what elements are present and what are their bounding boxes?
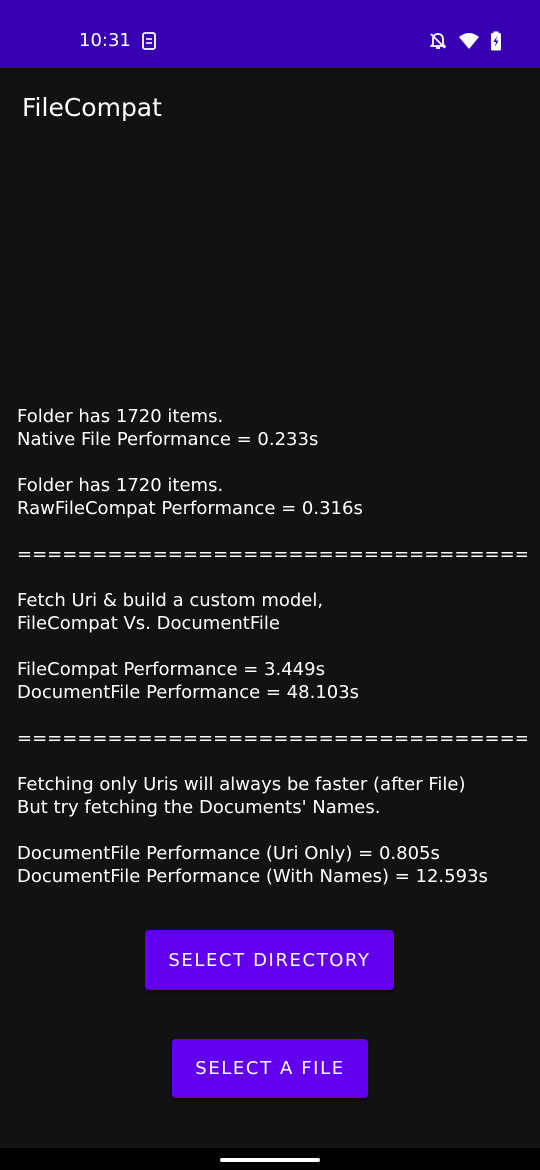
documentfile-uri-only-performance: DocumentFile Performance (Uri Only) = 0.… xyxy=(17,843,440,864)
navigation-bar xyxy=(0,1148,540,1170)
status-icons xyxy=(428,31,502,51)
select-file-button[interactable]: SELECT A FILE xyxy=(172,1039,368,1098)
documentfile-performance: DocumentFile Performance = 48.103s xyxy=(17,682,360,703)
divider: ========================================… xyxy=(17,728,527,749)
native-file-performance: Native File Performance = 0.233s xyxy=(17,429,319,450)
uris-note: Fetching only Uris will always be faster… xyxy=(17,774,466,795)
rawfilecompat-performance: RawFileCompat Performance = 0.316s xyxy=(17,498,363,519)
filecompat-performance: FileCompat Performance = 3.449s xyxy=(17,659,325,680)
app-title: FileCompat xyxy=(22,93,162,122)
status-bar: 10:31 xyxy=(0,0,540,68)
documentfile-with-names-performance: DocumentFile Performance (With Names) = … xyxy=(17,866,488,887)
bell-off-icon xyxy=(428,31,448,51)
native-item-count: Folder has 1720 items. xyxy=(17,406,224,427)
names-note: But try fetching the Documents' Names. xyxy=(17,797,381,818)
select-directory-button[interactable]: SELECT DIRECTORY xyxy=(145,930,394,990)
battery-charging-icon xyxy=(490,31,502,51)
divider: ========================================… xyxy=(17,544,527,565)
custom-model-subheading: FileCompat Vs. DocumentFile xyxy=(17,613,280,634)
results-text: Folder has 1720 items. Native File Perfo… xyxy=(17,405,527,888)
sim-card-icon xyxy=(141,32,157,50)
status-time: 10:31 xyxy=(79,30,131,51)
app-bar: FileCompat xyxy=(0,68,540,148)
wifi-icon xyxy=(458,32,480,50)
raw-item-count: Folder has 1720 items. xyxy=(17,475,224,496)
custom-model-heading: Fetch Uri & build a custom model, xyxy=(17,590,324,611)
home-gesture-handle[interactable] xyxy=(220,1158,320,1162)
